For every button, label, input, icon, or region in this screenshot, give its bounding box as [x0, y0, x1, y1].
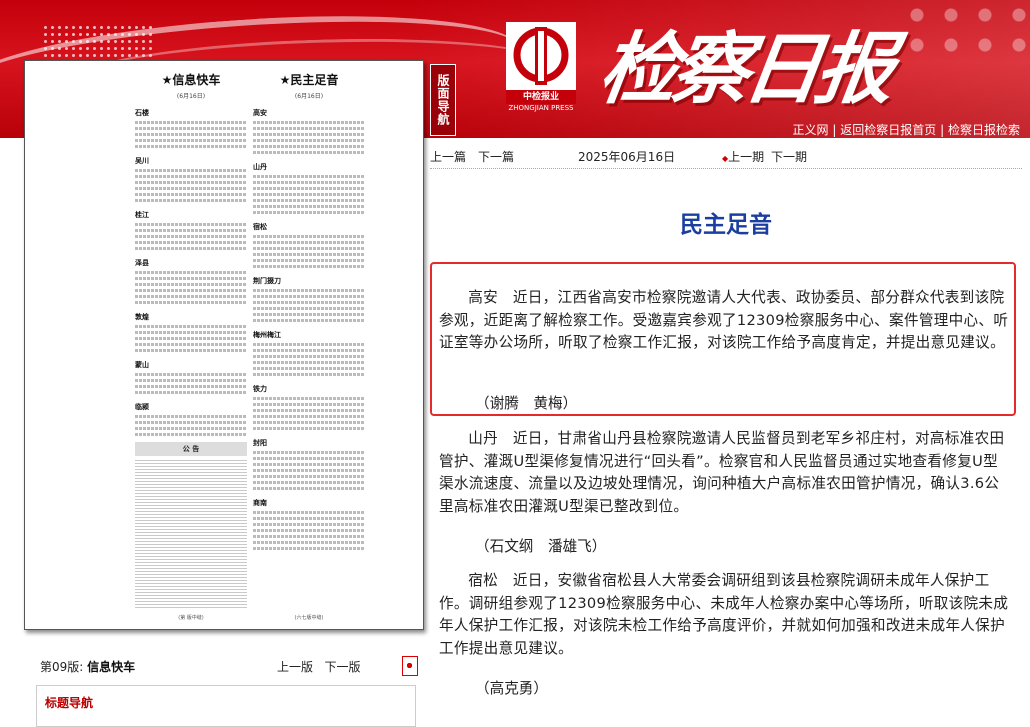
prev-issue-label: 上一期	[728, 150, 765, 164]
block-head: 敦煌	[135, 313, 149, 321]
block-head: 封阳	[253, 439, 267, 447]
news-block[interactable]: 铁力	[253, 384, 365, 430]
article-nav-bar: 上一篇 下一篇 2025年06月16日 ◆上一期 下一期	[430, 148, 1022, 169]
news-block[interactable]: 高安	[253, 108, 365, 154]
separator: |	[832, 123, 837, 137]
next-edition-link[interactable]: 下一版	[324, 660, 360, 674]
prev-issue-link[interactable]: ◆上一期	[722, 148, 764, 165]
notice-header: 公 告	[135, 442, 247, 456]
article-title: 民主足音	[680, 212, 772, 238]
issue-date: 2025年06月16日	[578, 150, 676, 164]
article-author: （谢腾 黄梅）	[475, 395, 578, 412]
edition-number: 第09版:	[40, 660, 84, 674]
top-links: 正义网 | 返回检察日报首页 | 检察日报检索	[793, 121, 1020, 138]
newspaper-page-thumbnail[interactable]: ★信息快车 (6月16日) 石楼 吴川 桂江 泽县 敦煌 蒙山 临颍 公 告 (…	[24, 60, 424, 630]
logo-press: ZHONGJIAN PRESS	[508, 104, 574, 112]
article-paragraph: 高安 近日，江西省高安市检察院邀请人大代表、政协委员、部分群众代表到该院参观，近…	[439, 289, 1009, 351]
news-block[interactable]: 蒙山	[135, 360, 247, 394]
news-block[interactable]: 石楼	[135, 108, 247, 148]
news-block[interactable]: 荆门掇刀	[253, 276, 365, 322]
block-head: 石楼	[135, 109, 149, 117]
block-head: 山丹	[253, 163, 267, 171]
column-title: ★民主足音	[279, 73, 339, 87]
logo-label: 中检报业	[506, 90, 576, 104]
next-issue-link[interactable]: 下一期	[771, 148, 807, 165]
news-block[interactable]: 商南	[253, 498, 365, 550]
block-head: 梅州梅江	[253, 331, 281, 339]
block-head: 吴川	[135, 157, 149, 165]
edition-label: 第09版: 信息快车	[40, 658, 135, 675]
article-paragraph: 宿松 近日，安徽省宿松县人大常委会调研组到该县检察院调研未成年人保护工作。调研组…	[439, 572, 1009, 657]
headline-nav-box: 标题导航	[36, 685, 416, 727]
news-block[interactable]: 封阳	[253, 438, 365, 490]
column-xinxi: ★信息快车 (6月16日) 石楼 吴川 桂江 泽县 敦煌 蒙山 临颍 公 告 (…	[135, 71, 247, 621]
block-head: 宿松	[253, 223, 267, 231]
separator: |	[940, 123, 945, 137]
block-head: 商南	[253, 499, 267, 507]
block-head: 桂江	[135, 211, 149, 219]
notice-body	[135, 458, 247, 608]
prev-edition-link[interactable]: 上一版	[277, 660, 313, 674]
link-zhengyi[interactable]: 正义网	[793, 123, 829, 137]
section-nav-tab[interactable]: 版面导航	[430, 64, 456, 136]
edition-name: 信息快车	[87, 660, 136, 674]
next-article-link[interactable]: 下一篇	[478, 148, 514, 165]
link-search[interactable]: 检察日报检索	[948, 123, 1020, 137]
paper-title: 检察日报	[593, 24, 895, 115]
news-block[interactable]: 山丹	[253, 162, 365, 214]
news-block[interactable]: 临颍	[135, 402, 247, 436]
news-block[interactable]: 敦煌	[135, 312, 247, 352]
block-head: 荆门掇刀	[253, 277, 281, 285]
news-block[interactable]: 泽县	[135, 258, 247, 304]
block-head: 蒙山	[135, 361, 149, 369]
column-title: ★信息快车	[161, 73, 221, 87]
news-block[interactable]: 桂江	[135, 210, 247, 250]
zhongjian-logo[interactable]: 中检报业 ZHONGJIAN PRESS	[506, 22, 576, 114]
news-block[interactable]: 宿松	[253, 222, 365, 268]
news-block[interactable]: 梅州梅江	[253, 330, 365, 376]
column-foot: (第 版中缝)	[178, 615, 204, 621]
column-foot: (六七版中缝)	[294, 615, 324, 621]
article-author: （高克勇）	[475, 680, 548, 697]
article-author: （石文纲 潘雄飞）	[475, 538, 607, 555]
link-home[interactable]: 返回检察日报首页	[840, 123, 936, 137]
pdf-icon[interactable]	[402, 656, 418, 676]
article-paragraph: 山丹 近日，甘肃省山丹县检察院邀请人民监督员到老军乡祁庄村，对高标准农田管护、灌…	[439, 430, 1005, 515]
block-head: 临颍	[135, 403, 149, 411]
headline-nav-title: 标题导航	[45, 696, 94, 710]
column-date: (6月16日)	[294, 93, 324, 100]
block-head: 铁力	[253, 385, 267, 393]
block-head: 泽县	[135, 259, 149, 267]
news-block[interactable]: 吴川	[135, 156, 247, 202]
column-minzhu: ★民主足音 (6月16日) 高安 山丹 宿松 荆门掇刀 梅州梅江 铁力 封阳 商…	[253, 71, 365, 621]
column-date: (6月16日)	[176, 93, 206, 100]
block-head: 高安	[253, 109, 267, 117]
prev-article-link[interactable]: 上一篇	[430, 148, 466, 165]
edition-nav: 上一版 下一版	[277, 658, 360, 675]
logo-emblem-icon	[506, 22, 576, 92]
